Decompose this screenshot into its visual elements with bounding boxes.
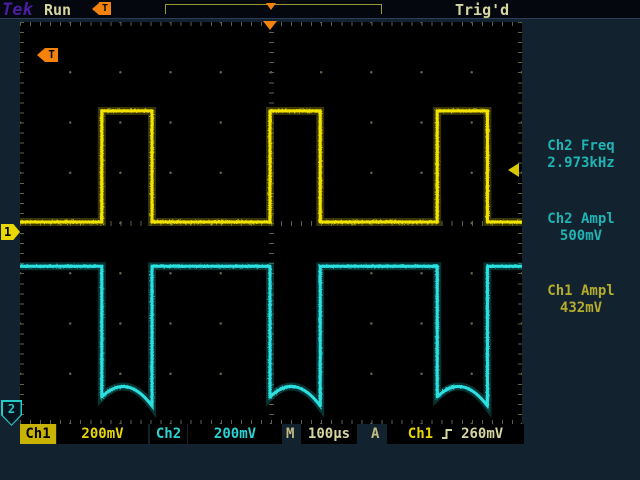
ch2-scale-readout: 200mV bbox=[188, 424, 282, 444]
trigger-source: Ch1 bbox=[408, 424, 433, 444]
left-arrow-icon bbox=[92, 3, 99, 15]
ch2-trace-fuzz bbox=[20, 266, 522, 406]
trigger-t-icon: T bbox=[45, 48, 58, 62]
ch2-ground-marker: 2 bbox=[1, 400, 22, 426]
ch1-ground-marker: 1 bbox=[1, 224, 20, 240]
measurement-label: Ch1 Ampl bbox=[524, 283, 638, 300]
trigger-status: Trig'd bbox=[455, 1, 509, 19]
trigger-a-label: A bbox=[371, 424, 379, 444]
bottom-readout-bar: Ch1 200mV Ch2 200mV M 100µs A Ch1 260mV bbox=[0, 424, 640, 445]
timebase-label: M bbox=[286, 424, 294, 444]
graticule-trigger-offscreen-icon: T bbox=[37, 48, 58, 62]
top-status-bar: Tek Run T Trig'd bbox=[0, 0, 640, 19]
bottom-strip: T → 1.68520ms 15 Mar 2011 16:48:54 bbox=[0, 446, 640, 480]
record-view-trigger-marker-icon bbox=[266, 3, 276, 10]
measurement-ch2-freq: Ch2 Freq 2.973kHz bbox=[524, 138, 638, 172]
timebase-readout: 100µs bbox=[301, 424, 357, 444]
ch1-scale-readout: 200mV bbox=[57, 424, 148, 444]
waveform-svg bbox=[20, 22, 522, 424]
ch2-tag: Ch2 bbox=[150, 424, 187, 444]
ch1-trace-fuzz bbox=[20, 111, 522, 222]
oscilloscope-screen: Tek Run T Trig'd bbox=[0, 0, 640, 480]
slope-rising-icon bbox=[441, 427, 453, 441]
tek-logo: Tek bbox=[2, 0, 33, 20]
ch2-ground-marker-label: 2 bbox=[3, 402, 21, 425]
trigger-level-readout: 260mV bbox=[461, 424, 503, 444]
measurement-value: 2.973kHz bbox=[524, 155, 638, 172]
graticule: T bbox=[20, 22, 522, 424]
ch1-tag: Ch1 bbox=[20, 424, 56, 444]
measurement-ch2-ampl: Ch2 Ampl 500mV bbox=[524, 211, 638, 245]
trigger-level-icon bbox=[508, 163, 519, 177]
measurement-label: Ch2 Ampl bbox=[524, 211, 638, 228]
trigger-t-icon: T bbox=[99, 2, 111, 15]
trigger-position-icon bbox=[263, 21, 277, 30]
measurement-value: 500mV bbox=[524, 228, 638, 245]
measurement-label: Ch2 Freq bbox=[524, 138, 638, 155]
trigger-offscreen-indicator-icon: T bbox=[92, 2, 111, 15]
trigger-readout: Ch1 260mV bbox=[387, 424, 524, 444]
measurement-value: 432mV bbox=[524, 300, 638, 317]
left-arrow-icon bbox=[37, 48, 45, 62]
measurement-ch1-ampl: Ch1 Ampl 432mV bbox=[524, 283, 638, 317]
acquisition-state: Run bbox=[44, 1, 71, 19]
